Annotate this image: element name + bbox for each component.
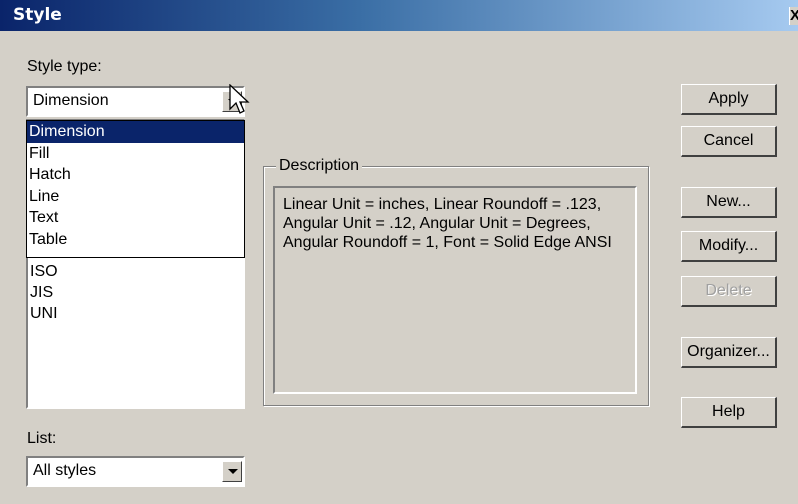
- dropdown-option-dimension[interactable]: Dimension: [27, 121, 244, 143]
- cancel-button[interactable]: Cancel: [681, 126, 777, 157]
- description-text: Linear Unit = inches, Linear Roundoff = …: [283, 196, 612, 251]
- dropdown-option-table[interactable]: Table: [27, 229, 244, 251]
- dropdown-option-line[interactable]: Line: [27, 186, 244, 208]
- modify-button[interactable]: Modify...: [681, 231, 777, 262]
- help-button[interactable]: Help: [681, 397, 777, 428]
- description-box: Linear Unit = inches, Linear Roundoff = …: [273, 186, 637, 394]
- list-filter-value: All styles: [33, 462, 97, 479]
- description-label: Description: [276, 157, 363, 175]
- list-item[interactable]: ISO: [30, 261, 58, 282]
- style-type-combo[interactable]: Dimension: [26, 86, 245, 117]
- delete-button[interactable]: Delete: [681, 276, 777, 307]
- list-item[interactable]: UNI: [30, 303, 58, 324]
- close-icon: X: [790, 7, 798, 24]
- new-button[interactable]: New...: [681, 187, 777, 218]
- list-filter-label: List:: [27, 430, 57, 447]
- chevron-down-icon: [228, 469, 238, 474]
- close-button[interactable]: X: [789, 7, 798, 25]
- window-title: Style: [13, 5, 62, 25]
- style-type-value: Dimension: [33, 92, 109, 109]
- style-type-label: Style type:: [27, 58, 102, 75]
- dropdown-option-fill[interactable]: Fill: [27, 143, 244, 165]
- organizer-button[interactable]: Organizer...: [681, 337, 777, 368]
- dropdown-option-text[interactable]: Text: [27, 207, 244, 229]
- title-bar: Style X: [0, 0, 798, 31]
- dropdown-option-hatch[interactable]: Hatch: [27, 164, 244, 186]
- list-filter-dropdown-button[interactable]: [222, 461, 242, 482]
- apply-button[interactable]: Apply: [681, 84, 777, 115]
- list-item[interactable]: JIS: [30, 282, 53, 303]
- mouse-cursor-icon: [229, 84, 250, 114]
- style-type-dropdown-list[interactable]: Dimension Fill Hatch Line Text Table: [26, 120, 245, 258]
- list-filter-combo[interactable]: All styles: [26, 456, 245, 487]
